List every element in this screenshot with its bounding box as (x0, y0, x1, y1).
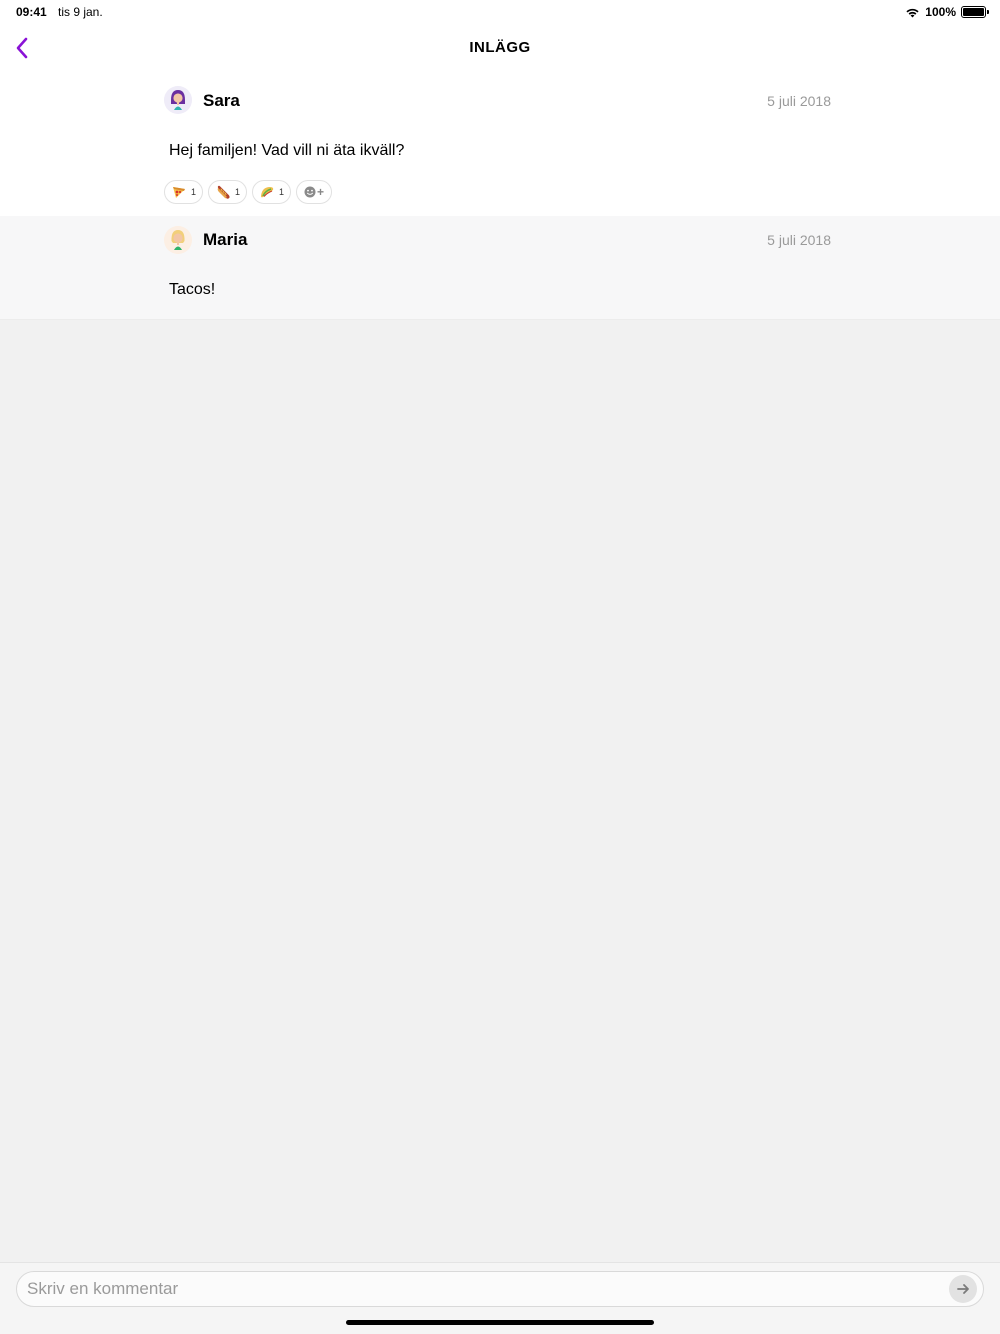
reaction-count: 1 (279, 187, 285, 197)
post-text: Tacos! (169, 281, 216, 298)
author-name: Sara (203, 91, 240, 110)
hotdog-icon (214, 183, 232, 201)
smiley-icon (304, 186, 316, 198)
post[interactable]: Maria 5 juli 2018 Tacos! (0, 216, 1000, 320)
reaction-count: 1 (191, 187, 197, 197)
reaction-count: 1 (235, 187, 241, 197)
plus-icon: + (317, 185, 325, 199)
author-name: Maria (203, 230, 248, 249)
battery-percent: 100% (925, 5, 956, 19)
reaction-hotdog[interactable]: 1 (208, 180, 248, 204)
status-indicators: 100% (905, 4, 989, 20)
post-date: 5 juli 2018 (767, 232, 831, 248)
send-button[interactable] (949, 1275, 977, 1303)
nav-bar: INLÄGG (0, 24, 1000, 72)
avatar[interactable] (164, 226, 192, 254)
reactions: 1 1 1 + (164, 180, 333, 204)
woman-blonde-hair-avatar-icon (164, 226, 192, 254)
taco-icon (258, 183, 276, 201)
wifi-icon (906, 8, 919, 17)
post-date: 5 juli 2018 (767, 93, 831, 109)
post[interactable]: Sara 5 juli 2018 Hej familjen! Vad vill … (0, 72, 1000, 216)
reaction-taco[interactable]: 1 (252, 180, 292, 204)
comment-input[interactable] (16, 1271, 984, 1307)
home-indicator[interactable] (346, 1320, 654, 1325)
pizza-icon (170, 183, 188, 201)
avatar[interactable] (164, 86, 192, 114)
arrow-right-icon (957, 1284, 969, 1294)
battery-icon (961, 6, 989, 18)
add-reaction-button[interactable]: + (296, 180, 333, 204)
woman-purple-hair-avatar-icon (164, 86, 192, 114)
status-date: tis 9 jan. (58, 5, 103, 19)
battery-fill (963, 8, 984, 16)
status-time: 09:41 (16, 5, 47, 19)
status-bar: 09:41 tis 9 jan. 100% (0, 0, 1000, 24)
page-title: INLÄGG (469, 39, 531, 56)
reaction-pizza[interactable]: 1 (164, 180, 204, 204)
post-text: Hej familjen! Vad vill ni äta ikväll? (169, 142, 405, 159)
